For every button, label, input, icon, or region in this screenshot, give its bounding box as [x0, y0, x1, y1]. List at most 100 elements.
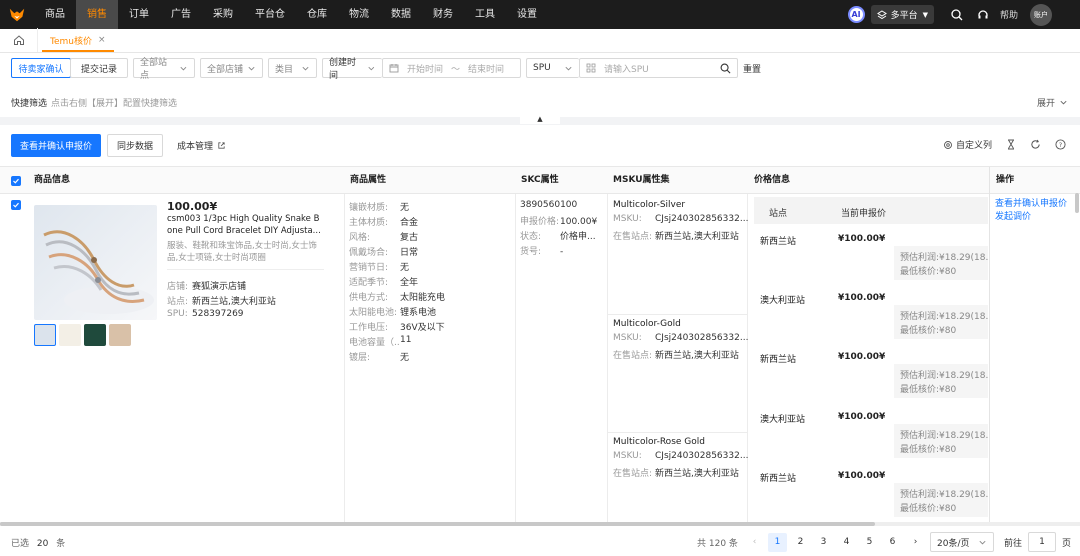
nav-item[interactable]: 平台仓: [244, 0, 296, 29]
product-thumbnail[interactable]: [109, 324, 131, 346]
page-1[interactable]: 1: [768, 532, 787, 552]
page-5[interactable]: 5: [860, 533, 879, 552]
table-header: 商品信息 商品属性 SKC属性 MSKU属性集 价格信息 操作: [0, 167, 1080, 194]
page-2[interactable]: 2: [791, 533, 810, 552]
help-icon[interactable]: ?: [1055, 139, 1066, 150]
selected-count: 已选 20 条: [11, 536, 65, 549]
search-icon[interactable]: [948, 6, 966, 24]
product-thumbnail[interactable]: [84, 324, 106, 346]
end-date-input[interactable]: 结束时间: [468, 62, 504, 75]
horizontal-scrollbar[interactable]: [0, 522, 1080, 526]
col-msku-attr: MSKU属性集: [613, 175, 670, 185]
search-icon[interactable]: [720, 63, 731, 74]
tab-submit-records[interactable]: 提交记录: [70, 58, 128, 78]
date-type-value: 创建时间: [329, 58, 357, 81]
prev-page-icon[interactable]: ‹: [745, 533, 764, 552]
attribute-key: 电池容量（...: [349, 338, 400, 348]
action-bar: 查看并确认申报价 同步数据 成本管理: [11, 134, 226, 157]
page-6[interactable]: 6: [883, 533, 902, 552]
home-icon[interactable]: [0, 28, 38, 52]
ai-assistant-icon[interactable]: AI: [847, 6, 865, 23]
nav-item[interactable]: 物流: [338, 0, 380, 29]
grid-icon: [586, 63, 596, 73]
tab-pending-confirm[interactable]: 待卖家确认: [11, 58, 71, 78]
nav-item[interactable]: 仓库: [296, 0, 338, 29]
skc-status-value: 价格申...: [560, 232, 596, 242]
min-price: 最低核价:¥80: [900, 267, 957, 277]
product-thumbnail[interactable]: [34, 324, 56, 346]
product-title[interactable]: csm003 1/3pc High Quality Snake B one Pu…: [167, 213, 324, 237]
nav-item[interactable]: 销售: [76, 0, 118, 29]
collapse-toggle[interactable]: ▲: [520, 113, 560, 124]
nav-item[interactable]: 订单: [118, 0, 160, 29]
estimated-profit: 预估利润:¥18.29(18.6: [900, 430, 988, 441]
price-value: ¥100.00¥: [838, 352, 886, 363]
site-value: 新西兰站,澳大利亚站: [192, 297, 276, 307]
page-4[interactable]: 4: [837, 533, 856, 552]
estimated-profit: 预估利润:¥18.29(18.6: [900, 489, 988, 500]
price-value: ¥100.00¥: [838, 411, 886, 422]
nav-item[interactable]: 财务: [422, 0, 464, 29]
refresh-icon[interactable]: [1030, 139, 1041, 150]
quick-filter: 快捷筛选 点击右侧【展开】配置快捷筛选: [11, 96, 177, 109]
confirm-price-link[interactable]: 查看并确认申报价: [995, 198, 1067, 211]
close-icon[interactable]: ×: [98, 35, 106, 45]
sync-data-button[interactable]: 同步数据: [107, 134, 164, 157]
cost-management-label: 成本管理: [177, 142, 214, 152]
start-date-input[interactable]: 开始时间: [407, 62, 443, 75]
page-3[interactable]: 3: [814, 533, 833, 552]
shop-select[interactable]: 全部店铺: [200, 58, 263, 78]
confirm-price-button[interactable]: 查看并确认申报价: [11, 134, 102, 157]
table-tools: 自定义列 ?: [929, 138, 1066, 151]
site-select[interactable]: 全部站点: [133, 58, 195, 81]
select-all-checkbox[interactable]: [11, 176, 21, 186]
nav-item[interactable]: 设置: [506, 0, 548, 29]
nav-item[interactable]: 工具: [464, 0, 506, 29]
category-select[interactable]: 类目: [268, 58, 317, 78]
page-size-select[interactable]: 20条/页: [930, 532, 994, 552]
col-divider: [344, 194, 345, 523]
tab-temu-pricing[interactable]: Temu核价 ×: [42, 30, 114, 52]
product-image[interactable]: [34, 205, 157, 320]
skc-status-key: 状态:: [520, 232, 542, 242]
date-range-picker[interactable]: 开始时间 ～ 结束时间: [382, 58, 521, 78]
col-operations: 操作: [996, 175, 1015, 185]
min-price: 最低核价:¥80: [900, 503, 957, 514]
price-subheader: 站点 当前申报价: [754, 197, 988, 224]
attribute-value: 无: [400, 353, 410, 363]
search-type-select[interactable]: SPU: [526, 58, 579, 78]
expand-label: 展开: [1036, 99, 1055, 109]
attribute-value: 锂系电池: [400, 308, 437, 318]
attribute-value: 无: [400, 203, 410, 213]
next-page-icon[interactable]: ›: [906, 533, 925, 552]
nav-item[interactable]: 商品: [34, 0, 76, 29]
attribute-key: 太阳能电池:: [349, 308, 398, 318]
spu-search-input[interactable]: 请输入SPU: [579, 58, 738, 78]
help-link[interactable]: 帮助: [1000, 8, 1018, 21]
account-avatar[interactable]: 账户: [1030, 3, 1052, 26]
headset-icon[interactable]: [974, 6, 992, 24]
goto-page-input[interactable]: 1: [1028, 532, 1057, 552]
hourglass-icon[interactable]: [1006, 139, 1016, 150]
nav-item[interactable]: 广告: [160, 0, 202, 29]
msku-site-key: 在售站点:: [613, 232, 653, 242]
platform-selector[interactable]: 多平台 ▼: [870, 5, 934, 24]
date-type-select[interactable]: 创建时间: [322, 58, 382, 81]
spu-placeholder: 请输入SPU: [604, 64, 649, 75]
calendar-icon: [389, 64, 399, 73]
cost-management-link[interactable]: 成本管理: [177, 139, 226, 152]
vertical-scrollbar[interactable]: [1075, 193, 1079, 213]
nav-item[interactable]: 采购: [202, 0, 244, 29]
scroll-thumb[interactable]: [0, 522, 875, 526]
attribute-key: 营销节日:: [349, 263, 389, 273]
product-thumbnail[interactable]: [59, 324, 81, 346]
reset-button[interactable]: 重置: [743, 62, 761, 75]
expand-button[interactable]: 展开: [1037, 96, 1068, 109]
row-checkbox[interactable]: [11, 200, 21, 210]
attribute-value: 复古: [400, 233, 419, 243]
adjust-price-link[interactable]: 发起调价: [995, 211, 1067, 224]
custom-columns-button[interactable]: 自定义列: [943, 138, 992, 151]
fox-logo-icon[interactable]: [0, 0, 34, 29]
nav-item[interactable]: 数据: [380, 0, 422, 29]
col-divider: [607, 194, 608, 523]
